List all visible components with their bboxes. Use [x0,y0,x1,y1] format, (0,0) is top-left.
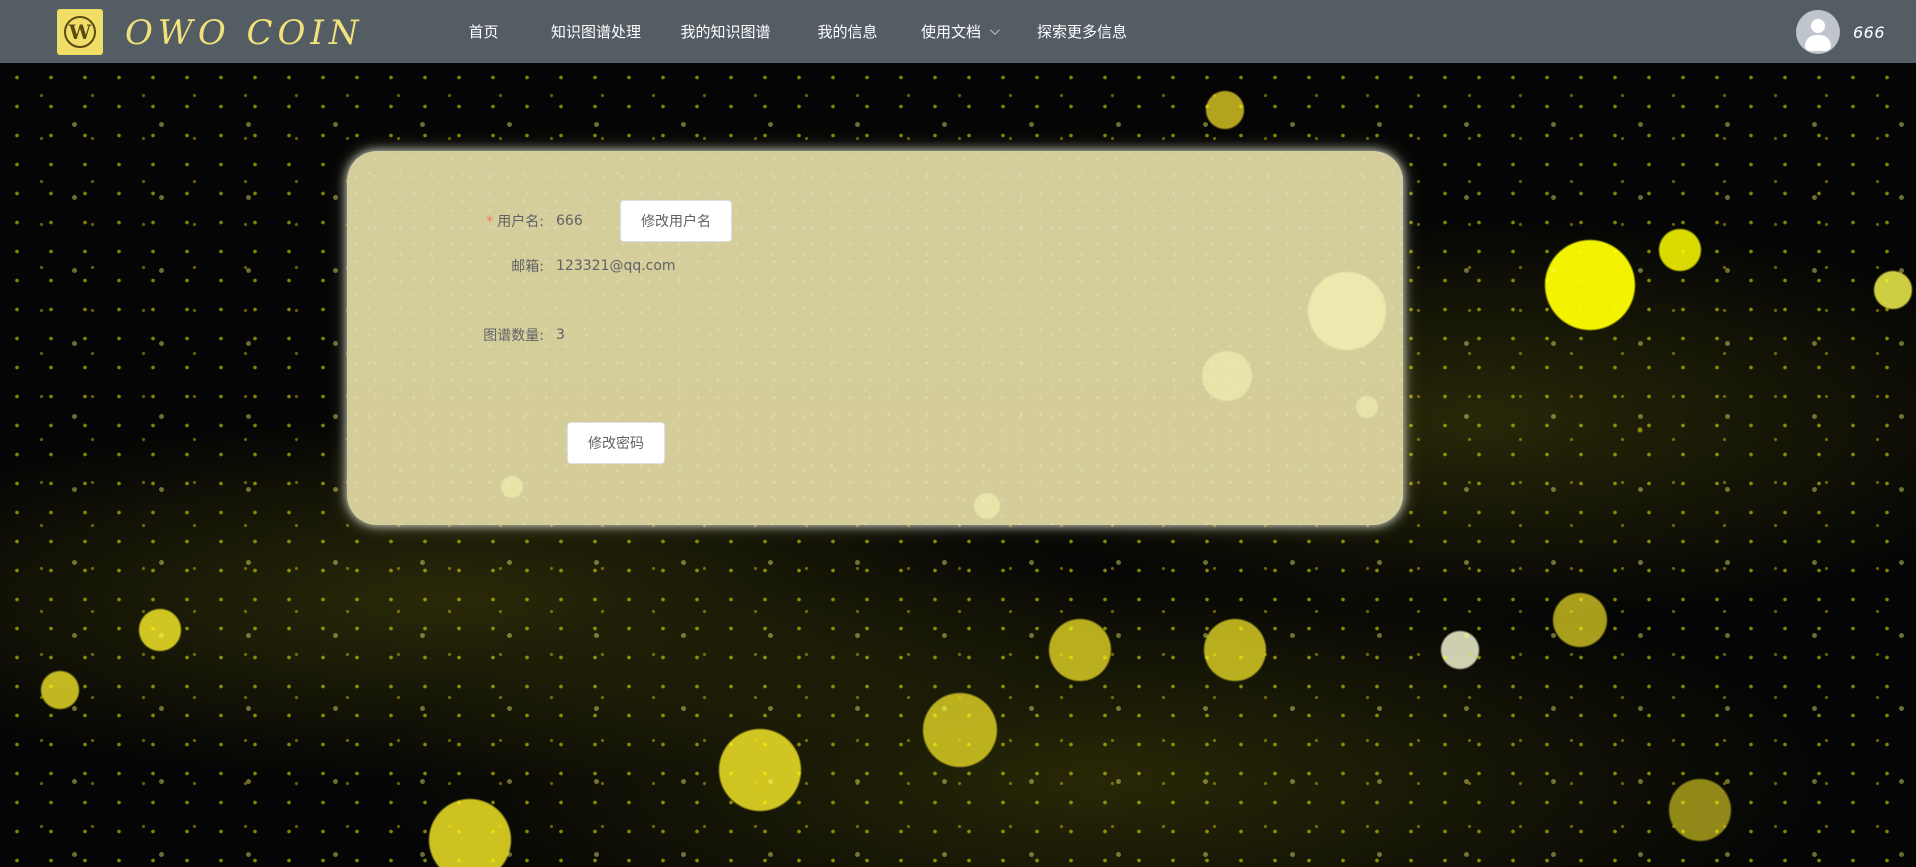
graph-count-value: 3 [556,327,565,343]
avatar-head-shape [1810,19,1825,33]
email-row: 邮箱: 123321@qq.com [347,256,676,276]
username-value: 666 [556,213,583,229]
nav-item-home[interactable]: 首页 [436,0,531,63]
username-row: * 用户名: 666 修改用户名 [347,200,732,242]
username-label: * 用户名: [347,211,556,231]
nav-item-label: 使用文档 [920,23,981,41]
top-navigation-bar: W OWO COIN 首页 知识图谱处理 我的知识图谱 我的信息 使用文档 探索… [0,0,1916,63]
email-label: 邮箱: [511,259,544,275]
nav-item-documentation[interactable]: 使用文档 [905,0,1013,63]
profile-card: * 用户名: 666 修改用户名 邮箱: 123321@qq.com 图谱数量: … [347,151,1403,525]
current-username: 666 [1852,22,1885,42]
nav-item-label: 首页 [468,23,499,41]
graph-count-label: 图谱数量: [483,328,544,344]
change-password-button[interactable]: 修改密码 [567,422,665,464]
user-avatar-icon[interactable] [1795,10,1840,54]
edit-username-button[interactable]: 修改用户名 [620,200,732,242]
username-label-text: 用户名: [497,214,544,230]
main-menu: 首页 知识图谱处理 我的知识图谱 我的信息 使用文档 探索更多信息 [436,0,1151,63]
nav-item-label: 知识图谱处理 [550,23,641,41]
graph-count-row: 图谱数量: 3 [347,325,565,345]
nav-item-label: 探索更多信息 [1036,23,1127,41]
nav-item-my-knowledge-graph[interactable]: 我的知识图谱 [661,0,790,63]
nav-item-my-info[interactable]: 我的信息 [790,0,905,63]
user-menu[interactable]: 666 [1795,10,1885,54]
brand[interactable]: W OWO COIN [57,9,364,55]
w-logo-icon: W [57,9,103,55]
nav-item-label: 我的知识图谱 [680,23,771,41]
required-mark: * [486,214,494,230]
email-value: 123321@qq.com [556,258,676,274]
brand-name: OWO COIN [125,13,364,53]
avatar-body-shape [1804,35,1831,51]
logo-letter: W [64,16,96,48]
nav-item-knowledge-graph-processing[interactable]: 知识图谱处理 [531,0,661,63]
chevron-down-icon [989,25,1000,36]
nav-item-label: 我的信息 [817,23,878,41]
password-row: 修改密码 [567,422,665,464]
nav-item-explore-more[interactable]: 探索更多信息 [1013,0,1151,63]
